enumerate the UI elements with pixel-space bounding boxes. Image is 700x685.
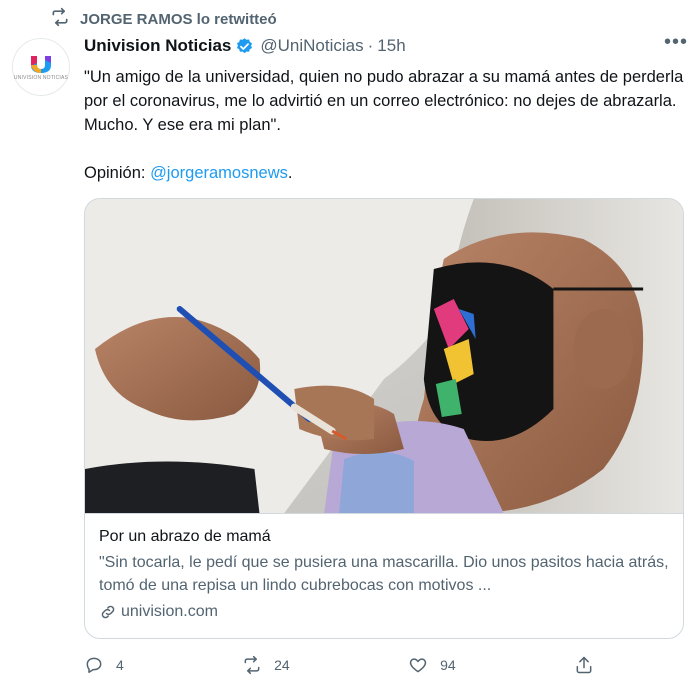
- author-handle[interactable]: @UniNoticias: [260, 36, 363, 56]
- reply-icon: [86, 657, 102, 673]
- tweet-text: "Un amigo de la universidad, quien no pu…: [84, 65, 684, 185]
- share-icon: [576, 656, 592, 674]
- timestamp[interactable]: 15h: [377, 36, 405, 56]
- tweet-body: "Un amigo de la universidad, quien no pu…: [84, 68, 684, 134]
- opinion-label: Opinión:: [84, 164, 146, 182]
- reply-count: 4: [116, 657, 124, 673]
- card-domain-text: univision.com: [121, 603, 218, 620]
- card-body: Por un abrazo de mamá "Sin tocarla, le p…: [85, 513, 683, 621]
- tweet-header: Univision Noticias @UniNoticias · 15h ••…: [84, 32, 688, 56]
- tweet-actions: 4 24 94: [84, 655, 594, 675]
- mention-link[interactable]: @jorgeramosnews: [150, 164, 288, 182]
- avatar[interactable]: UNIVISION NOTICIAS: [12, 38, 70, 96]
- univision-logo-icon: [31, 55, 51, 73]
- retweet-action-icon: [244, 655, 260, 675]
- card-domain: univision.com: [99, 603, 669, 621]
- mention-period: .: [287, 164, 293, 182]
- avatar-caption: UNIVISION NOTICIAS: [13, 74, 69, 81]
- share-button[interactable]: [574, 655, 594, 675]
- retweet-count: 24: [274, 657, 290, 673]
- link-icon: [101, 605, 115, 619]
- card-title: Por un abrazo de mamá: [99, 528, 271, 545]
- link-card[interactable]: Por un abrazo de mamá "Sin tocarla, le p…: [84, 198, 684, 639]
- like-count: 94: [440, 657, 456, 673]
- retweet-icon: [50, 7, 70, 31]
- retweet-button[interactable]: 24: [242, 655, 290, 675]
- author-name[interactable]: Univision Noticias: [84, 36, 231, 56]
- heart-icon: [409, 658, 427, 673]
- verified-badge-icon: [237, 37, 253, 53]
- retweet-text: JORGE RAMOS lo retwitteó: [80, 10, 277, 28]
- separator: ·: [367, 36, 374, 55]
- tweet-opinion-line: Opinión: @jorgeramosnews.: [84, 161, 684, 185]
- more-options-icon[interactable]: •••: [664, 32, 688, 55]
- retweet-header[interactable]: JORGE RAMOS lo retwitteó: [50, 7, 277, 31]
- like-button[interactable]: 94: [408, 655, 456, 675]
- reply-button[interactable]: 4: [84, 655, 124, 675]
- card-description: "Sin tocarla, le pedí que se pusiera una…: [99, 554, 669, 594]
- card-image[interactable]: [85, 199, 683, 513]
